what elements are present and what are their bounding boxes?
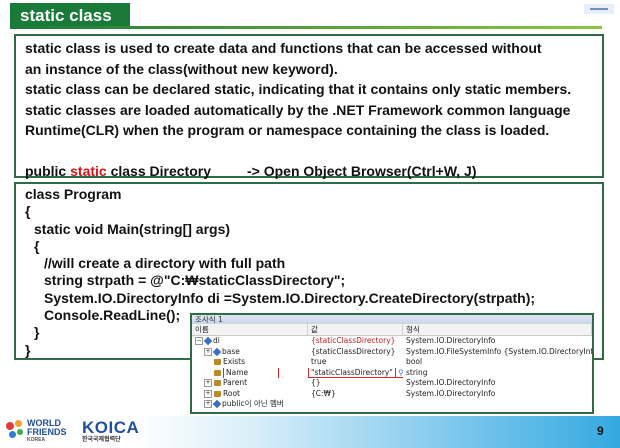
watch-name: public이 아닌 멤버: [222, 399, 284, 408]
code-line: {: [34, 237, 40, 254]
watch-value: [308, 399, 403, 410]
watch-type: [403, 399, 592, 410]
watch-header: 이름 값 형식: [192, 324, 592, 336]
description-line: static class is used to create data and …: [25, 40, 542, 56]
example-prefix: public: [25, 163, 71, 179]
watch-row[interactable]: + base {staticClassDirectory} System.IO.F…: [192, 347, 592, 358]
koica-sub: 한국국제협력단: [82, 437, 121, 443]
watch-type: string: [406, 367, 428, 377]
watch-type: System.IO.DirectoryInfo: [406, 388, 496, 398]
watch-window[interactable]: 조사식 1 이름 값 형식 − di {staticClassDirectory}…: [190, 313, 594, 414]
expand-icon[interactable]: +: [204, 347, 212, 356]
watch-row[interactable]: + public이 아닌 멤버: [192, 399, 592, 410]
footer: WORLD FRIENDS KOREA KOICA 한국국제협력단 9: [0, 416, 620, 448]
watch-type: System.IO.DirectoryInfo: [406, 336, 496, 345]
example-line: public static class Directory -> Open Obj…: [25, 161, 594, 182]
non-public-icon: [212, 400, 222, 409]
property-icon: [214, 359, 221, 366]
watch-name: Parent: [223, 378, 248, 387]
watch-type: System.IO.DirectoryInfo: [406, 378, 496, 387]
title-rule: [10, 26, 602, 29]
property-icon: [214, 380, 221, 387]
description-line: static classes are loaded automatically …: [25, 101, 571, 118]
watch-row-highlighted[interactable]: Name "staticClassDirectory" ⚲ string: [192, 367, 592, 379]
watch-row[interactable]: + Parent {} System.IO.DirectoryInfo: [192, 378, 592, 389]
watch-type: System.IO.FileSystemInfo {System.IO.Dire…: [406, 346, 592, 356]
world-friends-logo: WORLD FRIENDS KOREA: [6, 418, 67, 444]
watch-name: Root: [223, 388, 240, 398]
watch-value: {staticClassDirectory}: [311, 336, 396, 345]
expand-icon[interactable]: +: [204, 379, 212, 388]
watch-name: Name: [223, 367, 280, 378]
watch-value: {staticClassDirectory}: [311, 346, 396, 356]
page-number: 9: [597, 424, 604, 438]
watch-name: Exists: [223, 357, 246, 366]
code-line: class Program: [25, 186, 122, 202]
description-box: static class is used to create data and …: [14, 34, 604, 179]
column-header-name[interactable]: 이름: [192, 324, 308, 335]
watch-name: di: [213, 336, 220, 345]
collapse-icon[interactable]: −: [195, 337, 203, 346]
koica-logo: KOICA 한국국제협력단: [82, 419, 139, 444]
code-line: System.IO.DirectoryInfo di =System.IO.Di…: [44, 289, 536, 306]
watch-value: true: [311, 357, 327, 366]
watch-title: 조사식 1: [192, 315, 592, 324]
example-suffix: class Directory: [106, 163, 211, 179]
description-line: static class can be declared static, ind…: [25, 81, 572, 97]
variable-icon: [203, 337, 213, 346]
description-line: Runtime(CLR) when the program or namespa…: [25, 122, 550, 138]
watch-row[interactable]: + Root {C:₩} System.IO.DirectoryInfo: [192, 389, 592, 400]
world-friends-sub: KOREA: [27, 437, 46, 443]
column-header-type[interactable]: 형식: [403, 324, 592, 335]
watch-value: {}: [311, 378, 321, 387]
koica-text: KOICA: [82, 418, 140, 437]
watch-value-cell: "staticClassDirectory" ⚲: [308, 367, 403, 379]
watch-type: bool: [406, 357, 423, 366]
code-line: static void Main(string[] args): [34, 220, 231, 237]
code-line: {: [25, 203, 31, 220]
expand-icon[interactable]: +: [204, 389, 212, 398]
object-browser-hint: -> Open Object Browser(Ctrl+W, J): [247, 163, 477, 179]
magnifier-icon[interactable]: ⚲: [395, 367, 403, 378]
watch-value: "staticClassDirectory": [308, 367, 396, 378]
description-line: an instance of the class(without new key…: [25, 60, 338, 77]
watch-row[interactable]: − di {staticClassDirectory} System.IO.Dir…: [192, 336, 592, 347]
watch-row[interactable]: Exists true bool: [192, 357, 592, 368]
corner-logo-icon: [584, 4, 614, 14]
property-icon: [214, 369, 221, 376]
watch-name: base: [222, 346, 240, 356]
code-line: string strpath = @"C:₩staticClassDirecto…: [44, 272, 346, 289]
expand-icon[interactable]: +: [204, 400, 212, 409]
property-icon: [214, 390, 221, 397]
static-keyword: static: [70, 163, 107, 179]
watch-value: {C:₩}: [311, 388, 336, 398]
world-friends-dots-icon: [6, 420, 24, 442]
world-friends-line2: FRIENDS: [27, 427, 67, 437]
code-comment: //will create a directory with full path: [44, 255, 286, 272]
base-icon: [212, 347, 222, 356]
column-header-value[interactable]: 값: [308, 324, 403, 335]
